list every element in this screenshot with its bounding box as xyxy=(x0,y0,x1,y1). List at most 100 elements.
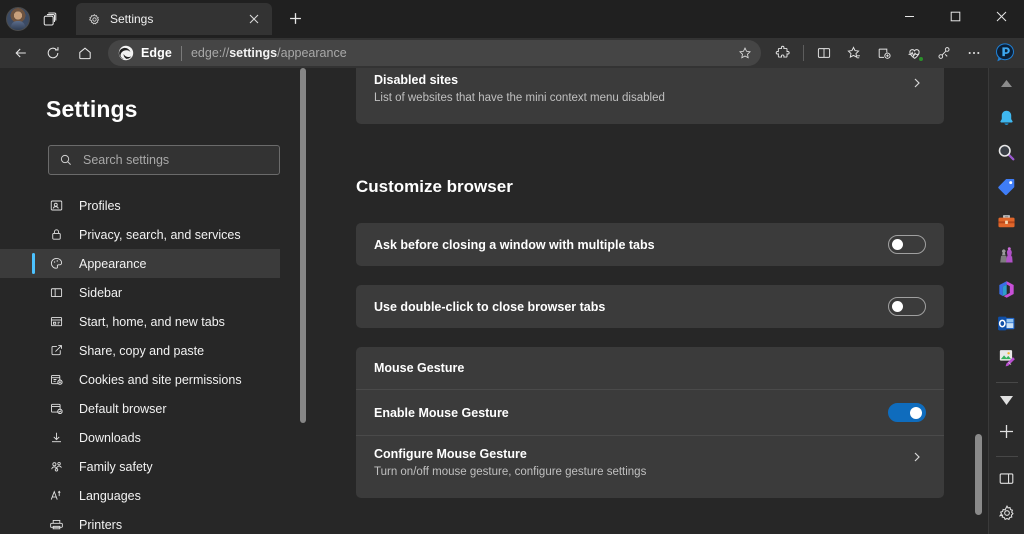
search-settings-input[interactable]: Search settings xyxy=(48,145,280,175)
main-scrollbar[interactable] xyxy=(975,68,982,534)
mouse-gesture-group-text: Mouse Gesture xyxy=(374,361,926,375)
copilot-icon[interactable] xyxy=(992,40,1018,66)
sidebar-item-sidebar[interactable]: Sidebar xyxy=(0,278,280,307)
sidebar-item-profiles[interactable]: Profiles xyxy=(0,191,280,220)
enable-mouse-gesture-toggle[interactable] xyxy=(888,403,926,422)
omnibox-divider xyxy=(181,46,182,61)
extensions-icon[interactable] xyxy=(769,39,797,67)
maximize-button[interactable] xyxy=(932,0,978,32)
disabled-sites-subtitle: List of websites that have the mini cont… xyxy=(374,92,908,104)
title-bar-left: Settings xyxy=(0,0,310,38)
sidebar-item-languages[interactable]: Languages xyxy=(0,481,280,510)
notifications-bell-icon[interactable] xyxy=(993,106,1021,131)
settings-main-pane: Disabled sites List of websites that hav… xyxy=(310,68,1024,534)
edge-sidebar-divider xyxy=(996,456,1018,457)
office-icon[interactable] xyxy=(993,277,1021,302)
edge-logo-icon xyxy=(118,45,134,61)
sidebar-item-cookies-site-permissions[interactable]: Cookies and site permissions xyxy=(0,365,280,394)
back-icon[interactable] xyxy=(6,39,36,67)
search-icon[interactable] xyxy=(993,140,1021,165)
home-icon[interactable] xyxy=(70,39,100,67)
close-window-button[interactable] xyxy=(978,0,1024,32)
outlook-icon[interactable] xyxy=(993,311,1021,336)
browser-content: Settings Search settings xyxy=(0,68,1024,534)
chevron-down-icon[interactable] xyxy=(993,392,1021,410)
toggle-knob xyxy=(892,301,903,312)
browser-tab-settings[interactable]: Settings xyxy=(76,3,272,35)
sidebar-item-downloads[interactable]: Downloads xyxy=(0,423,280,452)
tools-briefcase-icon[interactable] xyxy=(993,208,1021,233)
sidebar-item-printers[interactable]: Printers xyxy=(0,510,280,534)
configure-mouse-gesture-subtitle: Turn on/off mouse gesture, configure ges… xyxy=(374,466,908,478)
tab-actions-icon[interactable] xyxy=(34,4,64,34)
sidebar-item-share-copy-paste[interactable]: Share, copy and paste xyxy=(0,336,280,365)
settings-sidebar: Settings Search settings xyxy=(0,68,310,534)
mouse-gesture-card: Mouse Gesture Enable Mouse Gesture Confi… xyxy=(356,347,944,498)
split-pane-icon[interactable] xyxy=(993,466,1021,491)
toolbar-divider xyxy=(803,45,804,61)
search-icon xyxy=(59,153,73,167)
share-icon[interactable] xyxy=(930,39,958,67)
chevron-up-icon[interactable] xyxy=(993,76,1021,92)
toggle-knob xyxy=(910,407,922,419)
search-placeholder: Search settings xyxy=(83,153,169,167)
collections-icon[interactable] xyxy=(870,39,898,67)
ask-before-closing-toggle[interactable] xyxy=(888,235,926,254)
configure-mouse-gesture-row[interactable]: Configure Mouse Gesture Turn on/off mous… xyxy=(356,436,944,498)
refresh-icon[interactable] xyxy=(38,39,68,67)
sidebar-scrollbar[interactable] xyxy=(300,68,306,534)
url-suffix: /appearance xyxy=(277,46,347,60)
sidebar-scrollbar-thumb[interactable] xyxy=(300,68,306,423)
configure-mouse-gesture-title: Configure Mouse Gesture xyxy=(374,447,908,461)
sidebar-item-privacy-search-services[interactable]: Privacy, search, and services xyxy=(0,220,280,249)
shopping-tag-icon[interactable] xyxy=(993,174,1021,199)
address-bar[interactable]: Edge edge://settings/appearance xyxy=(108,40,761,66)
settings-nav-list: Profiles Privacy, search, and services xyxy=(0,191,310,534)
window-controls xyxy=(886,0,1024,32)
disabled-sites-card[interactable]: Disabled sites List of websites that hav… xyxy=(356,68,944,124)
sidebar-item-label: Share, copy and paste xyxy=(79,344,204,358)
settings-and-more-icon[interactable] xyxy=(960,39,988,67)
enable-mouse-gesture-title: Enable Mouse Gesture xyxy=(374,406,888,420)
enable-mouse-gesture-text: Enable Mouse Gesture xyxy=(374,406,888,420)
ask-before-closing-title: Ask before closing a window with multipl… xyxy=(374,238,888,252)
profiles-icon xyxy=(48,197,65,214)
family-icon xyxy=(48,458,65,475)
games-icon[interactable] xyxy=(993,243,1021,268)
printer-icon xyxy=(48,516,65,533)
omnibox-url: edge://settings/appearance xyxy=(191,46,347,60)
sidebar-item-appearance[interactable]: Appearance xyxy=(0,249,280,278)
sidebar-item-label: Privacy, search, and services xyxy=(79,228,241,242)
palette-icon xyxy=(48,255,65,272)
image-editor-icon[interactable] xyxy=(993,345,1021,370)
favorites-icon[interactable] xyxy=(840,39,868,67)
minimize-button[interactable] xyxy=(886,0,932,32)
sidebar-item-label: Downloads xyxy=(79,431,141,445)
double-click-close-toggle[interactable] xyxy=(888,297,926,316)
download-icon xyxy=(48,429,65,446)
url-prefix: edge:// xyxy=(191,46,229,60)
double-click-close-text: Use double-click to close browser tabs xyxy=(374,300,888,314)
tab-title: Settings xyxy=(110,12,236,26)
customize-browser-heading: Customize browser xyxy=(356,177,1024,197)
main-scrollbar-thumb[interactable] xyxy=(975,434,982,515)
browser-essentials-icon[interactable] xyxy=(900,39,928,67)
split-screen-icon[interactable] xyxy=(810,39,838,67)
ask-before-closing-text: Ask before closing a window with multipl… xyxy=(374,238,888,252)
close-icon[interactable] xyxy=(244,9,264,29)
sidebar-item-label: Sidebar xyxy=(79,286,122,300)
edge-sidebar xyxy=(988,68,1024,534)
sidebar-icon xyxy=(48,284,65,301)
settings-gear-icon[interactable] xyxy=(993,500,1021,525)
toggle-knob xyxy=(892,239,903,250)
chevron-right-icon xyxy=(908,77,926,89)
edge-browser-window: Settings xyxy=(0,0,1024,534)
sidebar-item-default-browser[interactable]: Default browser xyxy=(0,394,280,423)
profile-avatar[interactable] xyxy=(6,7,30,31)
favorite-star-icon[interactable] xyxy=(735,43,755,63)
new-tab-button[interactable] xyxy=(280,3,310,33)
sidebar-item-label: Family safety xyxy=(79,460,153,474)
sidebar-item-start-home-new-tabs[interactable]: Start, home, and new tabs xyxy=(0,307,280,336)
sidebar-item-family-safety[interactable]: Family safety xyxy=(0,452,280,481)
add-icon[interactable] xyxy=(993,419,1021,444)
